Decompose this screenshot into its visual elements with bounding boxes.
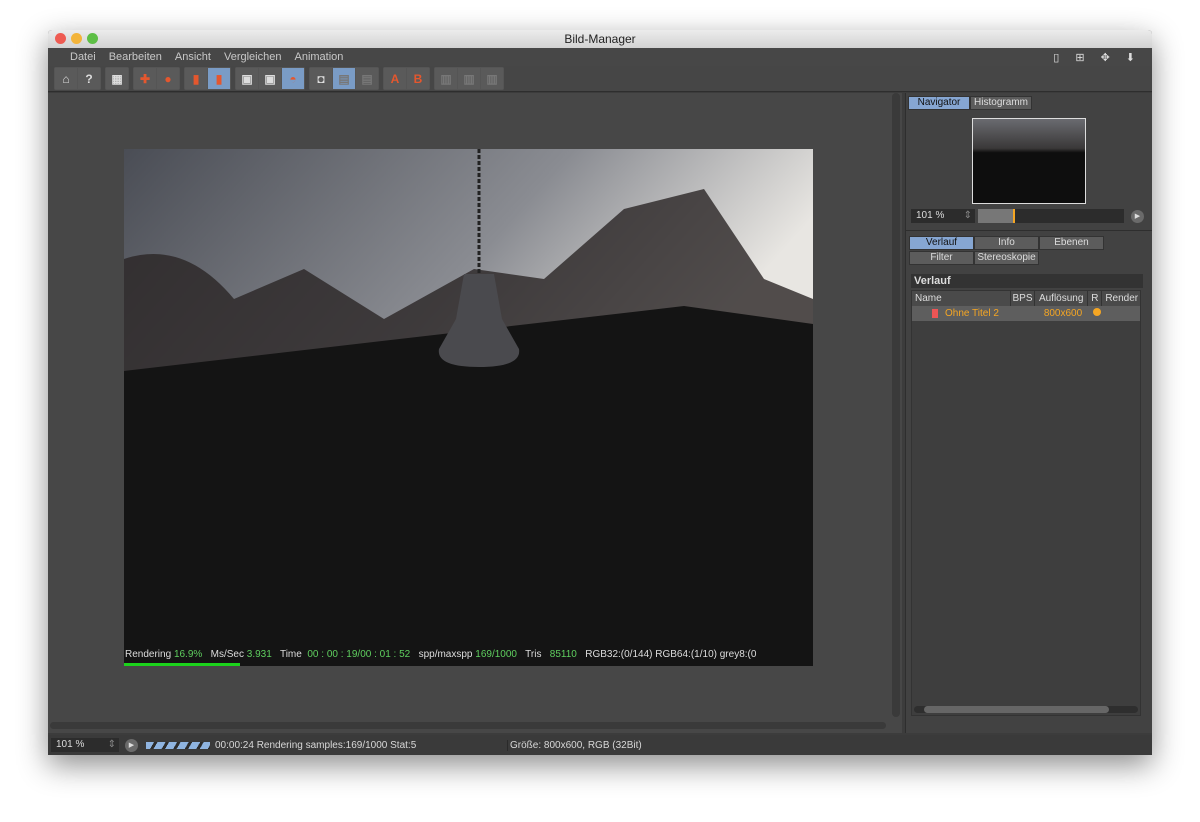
menu-bearbeiten[interactable]: Bearbeiten	[109, 51, 162, 63]
view-single-icon[interactable]: ▣	[236, 68, 258, 89]
col-r[interactable]: R	[1088, 291, 1103, 306]
user-icon[interactable]: ●	[157, 68, 179, 89]
col-bps[interactable]: BPS	[1011, 291, 1035, 306]
vertical-scrollbar[interactable]	[892, 93, 900, 717]
col-render[interactable]: Render	[1102, 291, 1140, 306]
render-progress-bar	[124, 663, 241, 666]
play-button[interactable]: ▶	[125, 738, 138, 752]
split-v-icon[interactable]: ▥	[481, 68, 503, 89]
navigator-thumbnail[interactable]	[972, 118, 1086, 204]
rendered-image: Rendering 16.9% Ms/Sec 3.931 Time 00 : 0…	[124, 149, 813, 666]
window-title: Bild-Manager	[564, 32, 636, 46]
layout-icon[interactable]: ▯	[1053, 51, 1059, 64]
save-as-icon[interactable]: ?	[78, 68, 100, 89]
status-bar: 101 % ⇕ ▶ 00:00:24 Rendering samples:169/…	[48, 735, 1152, 755]
menu-datei[interactable]: Datei	[70, 51, 96, 63]
table-row[interactable]: Ohne Titel 2 800x600	[912, 306, 1140, 321]
ab-icon[interactable]: ▤	[356, 68, 378, 89]
tab-navigator[interactable]: Navigator	[908, 96, 970, 110]
progress-stripes	[146, 741, 210, 749]
section-title: Verlauf	[911, 274, 1143, 288]
set-a-icon[interactable]: A	[384, 68, 406, 89]
delete-image-icon[interactable]: ▮	[185, 68, 207, 89]
zoom-field[interactable]: 101 % ⇕	[51, 738, 119, 752]
view-frame-icon[interactable]: ▣	[259, 68, 281, 89]
navigator-zoom-field[interactable]: 101 % ⇕	[911, 209, 975, 223]
horizontal-scrollbar[interactable]	[50, 722, 886, 729]
navigator-play-button[interactable]: ▶	[1131, 210, 1144, 223]
col-name[interactable]: Name	[912, 291, 1012, 306]
menu-ansicht[interactable]: Ansicht	[175, 51, 211, 63]
render-stats: Rendering 16.9% Ms/Sec 3.931 Time 00 : 0…	[125, 649, 757, 660]
new-panel-icon[interactable]: ⊞	[1075, 51, 1084, 64]
image-icon	[932, 309, 938, 318]
menu-animation[interactable]: Animation	[294, 51, 343, 63]
split-icon[interactable]: ▤	[333, 68, 355, 89]
col-aufloesung[interactable]: Auflösung	[1035, 291, 1089, 306]
menu-bar: Datei Bearbeiten Ansicht Vergleichen Ani…	[48, 48, 1152, 66]
compare-icon[interactable]: ◘	[310, 68, 332, 89]
move-icon[interactable]: ✥	[1101, 51, 1110, 64]
swap-icon[interactable]: ▥	[435, 68, 457, 89]
status-message: 00:00:24 Rendering samples:169/1000 Stat…	[215, 739, 417, 751]
image-size-info: Größe: 800x600, RGB (32Bit)	[507, 739, 642, 751]
tab-ebenen[interactable]: Ebenen	[1039, 236, 1104, 250]
tab-info[interactable]: Info	[974, 236, 1039, 250]
zoom-button[interactable]	[87, 33, 98, 44]
pin-icon[interactable]: ⬇	[1126, 51, 1135, 64]
image-number-icon[interactable]: ▮	[208, 68, 230, 89]
set-b-icon[interactable]: B	[407, 68, 429, 89]
tab-histogramm[interactable]: Histogramm	[970, 96, 1032, 110]
title-bar: Bild-Manager	[48, 30, 1152, 48]
view-region-icon[interactable]: ◓	[282, 68, 304, 89]
tab-filter[interactable]: Filter	[909, 251, 974, 265]
toolbar: ⌂? ▦ ✚ ● ▮ ▮ ▣ ▣ ◓ ◘ ▤ ▤ AB ▥ ▥ ▥	[48, 66, 1152, 92]
render-photo	[124, 149, 813, 666]
history-list: Name BPS Auflösung R Render Ohne Titel 2…	[911, 290, 1141, 716]
open-icon[interactable]: ⌂	[55, 68, 77, 89]
clapper-icon[interactable]: ▦	[106, 68, 128, 89]
menu-vergleichen[interactable]: Vergleichen	[224, 51, 282, 63]
split-h-icon[interactable]: ▥	[458, 68, 480, 89]
add-layer-icon[interactable]: ✚	[134, 68, 156, 89]
navigator-zoom-slider[interactable]	[978, 209, 1124, 223]
render-status-dot	[1093, 308, 1101, 316]
history-scrollbar[interactable]	[914, 706, 1138, 713]
bild-manager-window: Bild-Manager Datei Bearbeiten Ansicht Ve…	[48, 30, 1152, 755]
tab-verlauf[interactable]: Verlauf	[909, 236, 974, 250]
tab-stereoskopie[interactable]: Stereoskopie	[974, 251, 1039, 265]
close-button[interactable]	[55, 33, 66, 44]
minimize-button[interactable]	[71, 33, 82, 44]
right-panel: Navigator Histogramm 101 % ⇕ ▶ Verlauf In…	[905, 93, 1152, 733]
